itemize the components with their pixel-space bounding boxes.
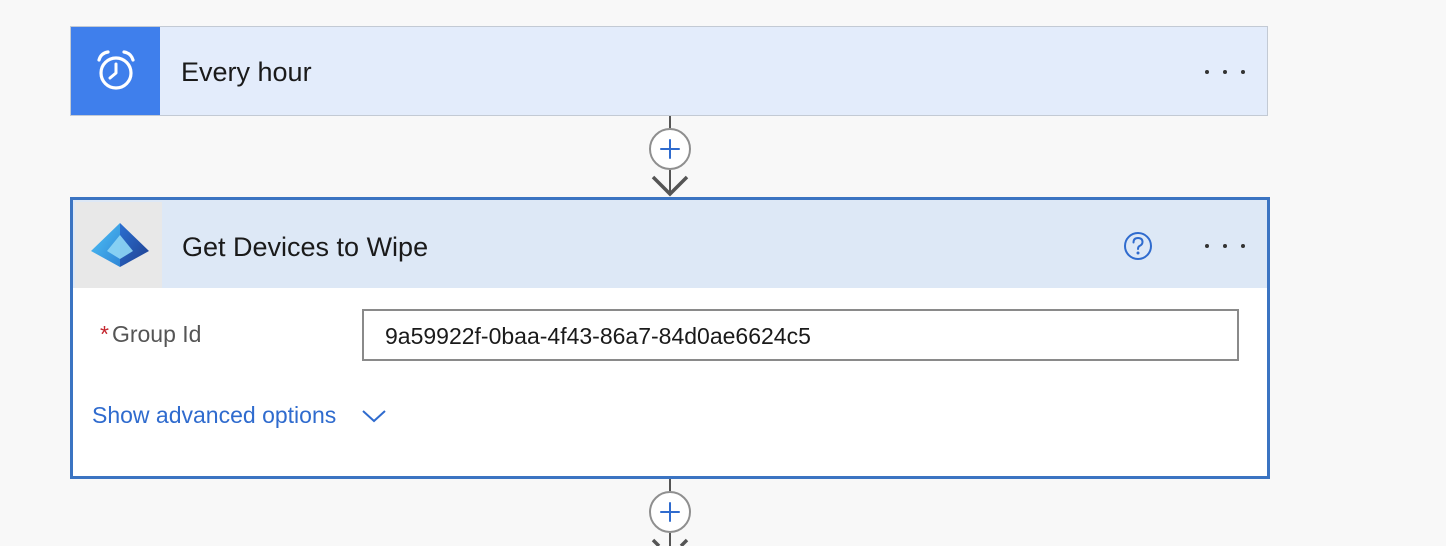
insert-step-button[interactable]: [649, 128, 691, 170]
trigger-title: Every hour: [181, 57, 312, 87]
trigger-more-options-button[interactable]: [1199, 52, 1251, 92]
plus-icon: [660, 502, 680, 522]
more-dot-icon: [1205, 244, 1209, 248]
more-dot-icon: [1223, 244, 1227, 248]
connector-line: [669, 116, 671, 128]
chevron-down-icon[interactable]: [361, 408, 387, 424]
more-dot-icon: [1223, 70, 1227, 74]
group-id-label: * Group Id: [100, 321, 201, 348]
field-row-group-id: * Group Id 9a59922f-0baa-4f43-86a7-84d0ae…: [73, 308, 1267, 364]
more-dot-icon: [1241, 244, 1245, 248]
action-card-get-devices-to-wipe[interactable]: Get Devices to Wipe * Group Id 9a59922f-0…: [70, 197, 1270, 479]
plus-icon: [660, 139, 680, 159]
action-more-options-button[interactable]: [1199, 226, 1251, 266]
more-dot-icon: [1205, 70, 1209, 74]
required-marker: *: [100, 321, 109, 347]
trigger-card-every-hour[interactable]: Every hour: [70, 26, 1268, 116]
more-dot-icon: [1241, 70, 1245, 74]
trigger-icon-tile: [71, 27, 160, 115]
insert-step-button[interactable]: [649, 491, 691, 533]
action-icon-tile: [75, 202, 162, 288]
connector-line: [669, 479, 671, 491]
help-button[interactable]: [1123, 231, 1153, 261]
action-card-header[interactable]: Get Devices to Wipe: [73, 200, 1267, 288]
action-title: Get Devices to Wipe: [182, 232, 429, 262]
alarm-clock-icon: [97, 50, 135, 90]
group-id-label-text: Group Id: [111, 321, 202, 347]
arrow-down-icon: [651, 175, 689, 197]
group-id-input[interactable]: 9a59922f-0baa-4f43-86a7-84d0ae6624c5: [362, 309, 1239, 361]
help-question-icon: [1124, 232, 1152, 260]
azure-ad-icon: [91, 223, 149, 267]
arrow-down-icon: [651, 538, 689, 546]
show-advanced-options-link[interactable]: Show advanced options: [92, 402, 336, 429]
